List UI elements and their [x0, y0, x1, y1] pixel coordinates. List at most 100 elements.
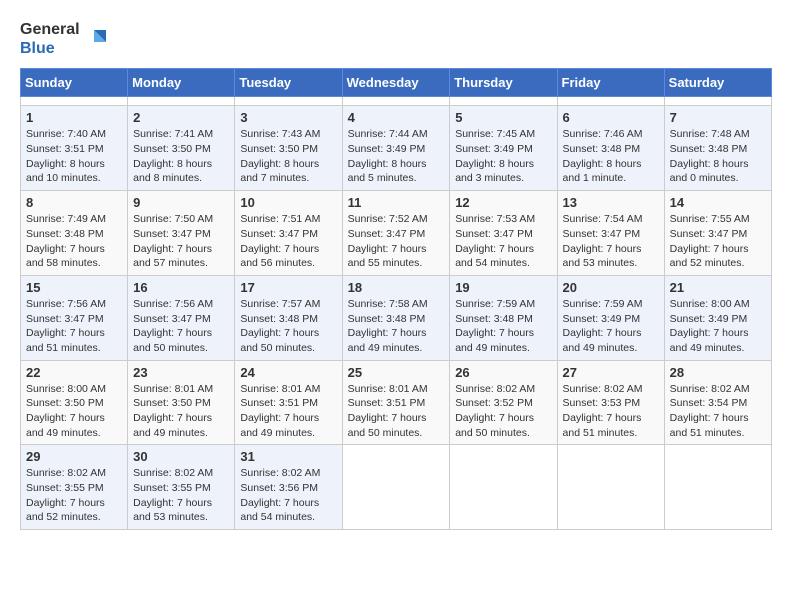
calendar-cell: 22 Sunrise: 8:00 AMSunset: 3:50 PMDayligh… — [21, 360, 128, 445]
calendar-cell: 1 Sunrise: 7:40 AMSunset: 3:51 PMDaylight… — [21, 106, 128, 191]
day-info: Sunrise: 8:02 AMSunset: 3:54 PMDaylight:… — [670, 382, 766, 441]
col-header-monday: Monday — [128, 69, 235, 97]
day-number: 23 — [133, 365, 229, 380]
day-number: 15 — [26, 280, 122, 295]
day-info: Sunrise: 8:00 AMSunset: 3:49 PMDaylight:… — [670, 297, 766, 356]
day-info: Sunrise: 7:40 AMSunset: 3:51 PMDaylight:… — [26, 127, 122, 186]
day-info: Sunrise: 7:43 AMSunset: 3:50 PMDaylight:… — [240, 127, 336, 186]
calendar-cell: 5Sunrise: 7:45 AMSunset: 3:49 PMDaylight… — [450, 106, 557, 191]
day-info: Sunrise: 8:02 AMSunset: 3:56 PMDaylight:… — [240, 466, 336, 525]
calendar-cell: 20 Sunrise: 7:59 AMSunset: 3:49 PMDayligh… — [557, 275, 664, 360]
calendar-week-row — [21, 97, 772, 106]
day-number: 22 — [26, 365, 122, 380]
day-info: Sunrise: 8:02 AMSunset: 3:52 PMDaylight:… — [455, 382, 551, 441]
day-info: Sunrise: 8:02 AMSunset: 3:53 PMDaylight:… — [563, 382, 659, 441]
day-number: 29 — [26, 449, 122, 464]
day-info: Sunrise: 7:45 AMSunset: 3:49 PMDaylight:… — [455, 127, 551, 186]
day-info: Sunrise: 8:02 AMSunset: 3:55 PMDaylight:… — [26, 466, 122, 525]
day-info: Sunrise: 7:59 AMSunset: 3:49 PMDaylight:… — [563, 297, 659, 356]
calendar-cell: 29 Sunrise: 8:02 AMSunset: 3:55 PMDayligh… — [21, 445, 128, 530]
calendar-cell: 13Sunrise: 7:54 AMSunset: 3:47 PMDayligh… — [557, 191, 664, 276]
day-number: 4 — [348, 110, 445, 125]
calendar-cell: 25Sunrise: 8:01 AMSunset: 3:51 PMDayligh… — [342, 360, 450, 445]
day-number: 24 — [240, 365, 336, 380]
calendar-week-row: 29 Sunrise: 8:02 AMSunset: 3:55 PMDayligh… — [21, 445, 772, 530]
day-number: 27 — [563, 365, 659, 380]
calendar-cell: 27 Sunrise: 8:02 AMSunset: 3:53 PMDayligh… — [557, 360, 664, 445]
calendar-week-row: 22 Sunrise: 8:00 AMSunset: 3:50 PMDayligh… — [21, 360, 772, 445]
calendar-cell: 9Sunrise: 7:50 AMSunset: 3:47 PMDaylight… — [128, 191, 235, 276]
calendar-cell: 2 Sunrise: 7:41 AMSunset: 3:50 PMDaylight… — [128, 106, 235, 191]
day-info: Sunrise: 7:50 AMSunset: 3:47 PMDaylight:… — [133, 212, 229, 271]
day-info: Sunrise: 7:49 AMSunset: 3:48 PMDaylight:… — [26, 212, 122, 271]
day-info: Sunrise: 7:59 AMSunset: 3:48 PMDaylight:… — [455, 297, 551, 356]
col-header-wednesday: Wednesday — [342, 69, 450, 97]
day-number: 18 — [348, 280, 445, 295]
day-info: Sunrise: 7:44 AMSunset: 3:49 PMDaylight:… — [348, 127, 445, 186]
day-info: Sunrise: 8:01 AMSunset: 3:51 PMDaylight:… — [240, 382, 336, 441]
calendar-cell: 3 Sunrise: 7:43 AMSunset: 3:50 PMDaylight… — [235, 106, 342, 191]
day-number: 2 — [133, 110, 229, 125]
day-info: Sunrise: 7:48 AMSunset: 3:48 PMDaylight:… — [670, 127, 766, 186]
calendar-cell — [342, 97, 450, 106]
day-info: Sunrise: 7:52 AMSunset: 3:47 PMDaylight:… — [348, 212, 445, 271]
day-info: Sunrise: 7:55 AMSunset: 3:47 PMDaylight:… — [670, 212, 766, 271]
day-number: 13 — [563, 195, 659, 210]
day-number: 20 — [563, 280, 659, 295]
day-number: 25 — [348, 365, 445, 380]
calendar-cell — [235, 97, 342, 106]
day-number: 30 — [133, 449, 229, 464]
day-number: 8 — [26, 195, 122, 210]
day-info: Sunrise: 7:58 AMSunset: 3:48 PMDaylight:… — [348, 297, 445, 356]
calendar-cell — [450, 97, 557, 106]
day-info: Sunrise: 8:01 AMSunset: 3:50 PMDaylight:… — [133, 382, 229, 441]
day-info: Sunrise: 8:02 AMSunset: 3:55 PMDaylight:… — [133, 466, 229, 525]
calendar-cell — [664, 445, 771, 530]
calendar-cell: 18 Sunrise: 7:58 AMSunset: 3:48 PMDayligh… — [342, 275, 450, 360]
calendar-cell: 21 Sunrise: 8:00 AMSunset: 3:49 PMDayligh… — [664, 275, 771, 360]
header: General Blue — [20, 20, 772, 58]
calendar-week-row: 1 Sunrise: 7:40 AMSunset: 3:51 PMDaylight… — [21, 106, 772, 191]
calendar-cell — [664, 97, 771, 106]
logo-arrow-icon — [84, 28, 106, 50]
col-header-friday: Friday — [557, 69, 664, 97]
day-number: 6 — [563, 110, 659, 125]
calendar-cell: 14 Sunrise: 7:55 AMSunset: 3:47 PMDayligh… — [664, 191, 771, 276]
calendar-cell: 15 Sunrise: 7:56 AMSunset: 3:47 PMDayligh… — [21, 275, 128, 360]
day-info: Sunrise: 7:57 AMSunset: 3:48 PMDaylight:… — [240, 297, 336, 356]
calendar-cell — [21, 97, 128, 106]
day-number: 1 — [26, 110, 122, 125]
calendar-cell — [128, 97, 235, 106]
day-number: 31 — [240, 449, 336, 464]
calendar-table: SundayMondayTuesdayWednesdayThursdayFrid… — [20, 68, 772, 530]
col-header-saturday: Saturday — [664, 69, 771, 97]
calendar-cell — [557, 445, 664, 530]
col-header-thursday: Thursday — [450, 69, 557, 97]
day-number: 26 — [455, 365, 551, 380]
calendar-week-row: 8 Sunrise: 7:49 AMSunset: 3:48 PMDaylight… — [21, 191, 772, 276]
calendar-cell: 16Sunrise: 7:56 AMSunset: 3:47 PMDayligh… — [128, 275, 235, 360]
calendar-header-row: SundayMondayTuesdayWednesdayThursdayFrid… — [21, 69, 772, 97]
day-number: 14 — [670, 195, 766, 210]
calendar-cell: 23 Sunrise: 8:01 AMSunset: 3:50 PMDayligh… — [128, 360, 235, 445]
calendar-cell — [557, 97, 664, 106]
day-info: Sunrise: 8:00 AMSunset: 3:50 PMDaylight:… — [26, 382, 122, 441]
calendar-cell: 17Sunrise: 7:57 AMSunset: 3:48 PMDayligh… — [235, 275, 342, 360]
calendar-cell: 4 Sunrise: 7:44 AMSunset: 3:49 PMDaylight… — [342, 106, 450, 191]
day-info: Sunrise: 7:51 AMSunset: 3:47 PMDaylight:… — [240, 212, 336, 271]
calendar-cell: 24 Sunrise: 8:01 AMSunset: 3:51 PMDayligh… — [235, 360, 342, 445]
day-info: Sunrise: 7:41 AMSunset: 3:50 PMDaylight:… — [133, 127, 229, 186]
logo-general: General — [20, 21, 80, 38]
calendar-cell: 30 Sunrise: 8:02 AMSunset: 3:55 PMDayligh… — [128, 445, 235, 530]
day-info: Sunrise: 7:56 AMSunset: 3:47 PMDaylight:… — [133, 297, 229, 356]
calendar-cell — [342, 445, 450, 530]
calendar-cell: 31 Sunrise: 8:02 AMSunset: 3:56 PMDayligh… — [235, 445, 342, 530]
logo-blue: Blue — [20, 40, 55, 57]
day-number: 10 — [240, 195, 336, 210]
calendar-week-row: 15 Sunrise: 7:56 AMSunset: 3:47 PMDayligh… — [21, 275, 772, 360]
day-number: 21 — [670, 280, 766, 295]
calendar-cell: 11Sunrise: 7:52 AMSunset: 3:47 PMDayligh… — [342, 191, 450, 276]
day-info: Sunrise: 7:56 AMSunset: 3:47 PMDaylight:… — [26, 297, 122, 356]
day-number: 3 — [240, 110, 336, 125]
day-number: 19 — [455, 280, 551, 295]
